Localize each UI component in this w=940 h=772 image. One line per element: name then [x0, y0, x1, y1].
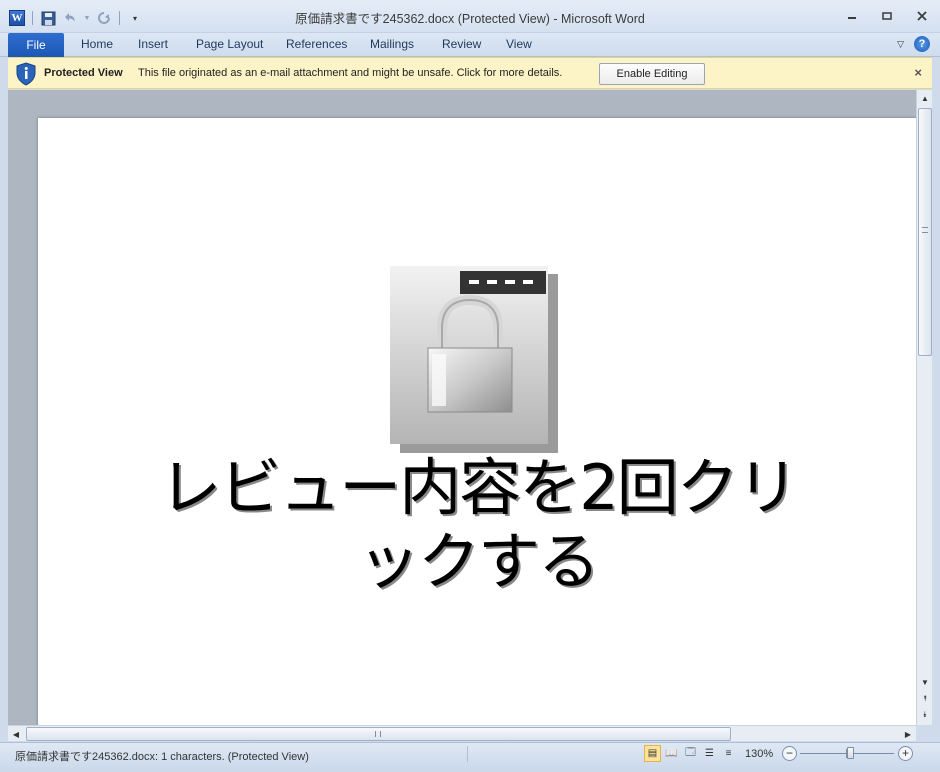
padlock-image [390, 266, 560, 456]
close-icon[interactable] [909, 6, 934, 26]
undo-dropdown-icon[interactable]: ▼ [83, 9, 91, 27]
status-text: 原価請求書です245362.docx: 1 characters. (Prote… [15, 751, 309, 763]
customize-qat-icon[interactable]: ▾ [126, 9, 144, 27]
word-app-icon[interactable]: W [8, 9, 26, 27]
view-buttons: ▤ 📖 🗔 ☰ ≡ [644, 745, 737, 762]
tab-review[interactable]: Review [442, 37, 481, 51]
enable-editing-button[interactable]: Enable Editing [599, 63, 705, 85]
help-icon[interactable]: ? [914, 36, 930, 52]
qat-separator [32, 11, 33, 25]
zoom-in-icon[interactable]: + [898, 746, 913, 761]
tab-page-layout[interactable]: Page Layout [196, 37, 263, 51]
document-area: レビュー内容を2回クリ ックする [8, 90, 916, 725]
web-layout-icon[interactable]: 🗔 [682, 745, 699, 762]
protected-view-message[interactable]: This file originated as an e-mail attach… [138, 67, 562, 79]
outline-icon[interactable]: ☰ [701, 745, 718, 762]
tab-mailings[interactable]: Mailings [370, 37, 414, 51]
tab-insert[interactable]: Insert [138, 37, 168, 51]
ribbon-tabs: File Home Insert Page Layout References … [0, 33, 940, 57]
word-logo-icon: W [9, 10, 25, 26]
save-icon[interactable] [39, 9, 57, 27]
minimize-icon[interactable] [839, 6, 864, 26]
tab-references[interactable]: References [286, 37, 347, 51]
document-instruction-text: レビュー内容を2回クリ ックする [108, 451, 848, 599]
grip-icon [922, 227, 928, 233]
status-separator [467, 746, 468, 762]
zoom-out-icon[interactable]: − [782, 746, 797, 761]
scroll-up-icon[interactable]: ▲ [917, 90, 933, 106]
draft-icon[interactable]: ≡ [720, 745, 737, 762]
tab-file[interactable]: File [8, 33, 64, 57]
vertical-scroll-thumb[interactable] [918, 108, 932, 356]
next-page-icon[interactable]: ⯯ [917, 707, 933, 723]
scroll-left-icon[interactable]: ◀ [8, 726, 24, 742]
grip-icon [375, 731, 381, 737]
scroll-down-icon[interactable]: ▼ [917, 674, 933, 690]
instruction-line-2: ックする [357, 525, 600, 598]
shield-info-icon [15, 62, 37, 86]
document-page[interactable]: レビュー内容を2回クリ ックする [38, 118, 916, 725]
undo-icon[interactable] [61, 9, 79, 27]
redo-icon[interactable] [95, 9, 113, 27]
zoom-level[interactable]: 130% [745, 748, 773, 760]
quick-access-toolbar: W ▼ ▾ [8, 8, 144, 28]
full-screen-reading-icon[interactable]: 📖 [663, 745, 680, 762]
window-controls [839, 6, 934, 26]
restore-icon[interactable] [874, 6, 899, 26]
minimize-ribbon-icon[interactable]: ▽ [897, 39, 904, 50]
title-bar: W ▼ ▾ 原価請求書です245362.docx (Protected View… [0, 0, 940, 33]
tab-home[interactable]: Home [81, 37, 113, 51]
previous-page-icon[interactable]: ⯭ [917, 691, 933, 707]
scroll-right-icon[interactable]: ▶ [900, 726, 916, 742]
horizontal-scroll-thumb[interactable] [26, 727, 731, 741]
qat-separator [119, 11, 120, 25]
ribbon-right-controls: ▽ ? [897, 36, 930, 52]
print-layout-icon[interactable]: ▤ [644, 745, 661, 762]
horizontal-scrollbar[interactable]: ◀ ▶ [8, 725, 916, 741]
protected-view-bar[interactable]: Protected View This file originated as a… [8, 57, 932, 89]
vertical-scrollbar[interactable]: ▲ ▼ ⯭ ⯯ [916, 90, 932, 725]
tab-view[interactable]: View [506, 37, 532, 51]
protected-view-label: Protected View [44, 67, 123, 79]
close-message-bar-icon[interactable]: × [914, 65, 922, 80]
zoom-slider-thumb[interactable] [847, 747, 855, 759]
instruction-line-1: レビュー内容を2回クリ [159, 451, 798, 524]
status-bar: 原価請求書です245362.docx: 1 characters. (Prote… [0, 742, 940, 772]
